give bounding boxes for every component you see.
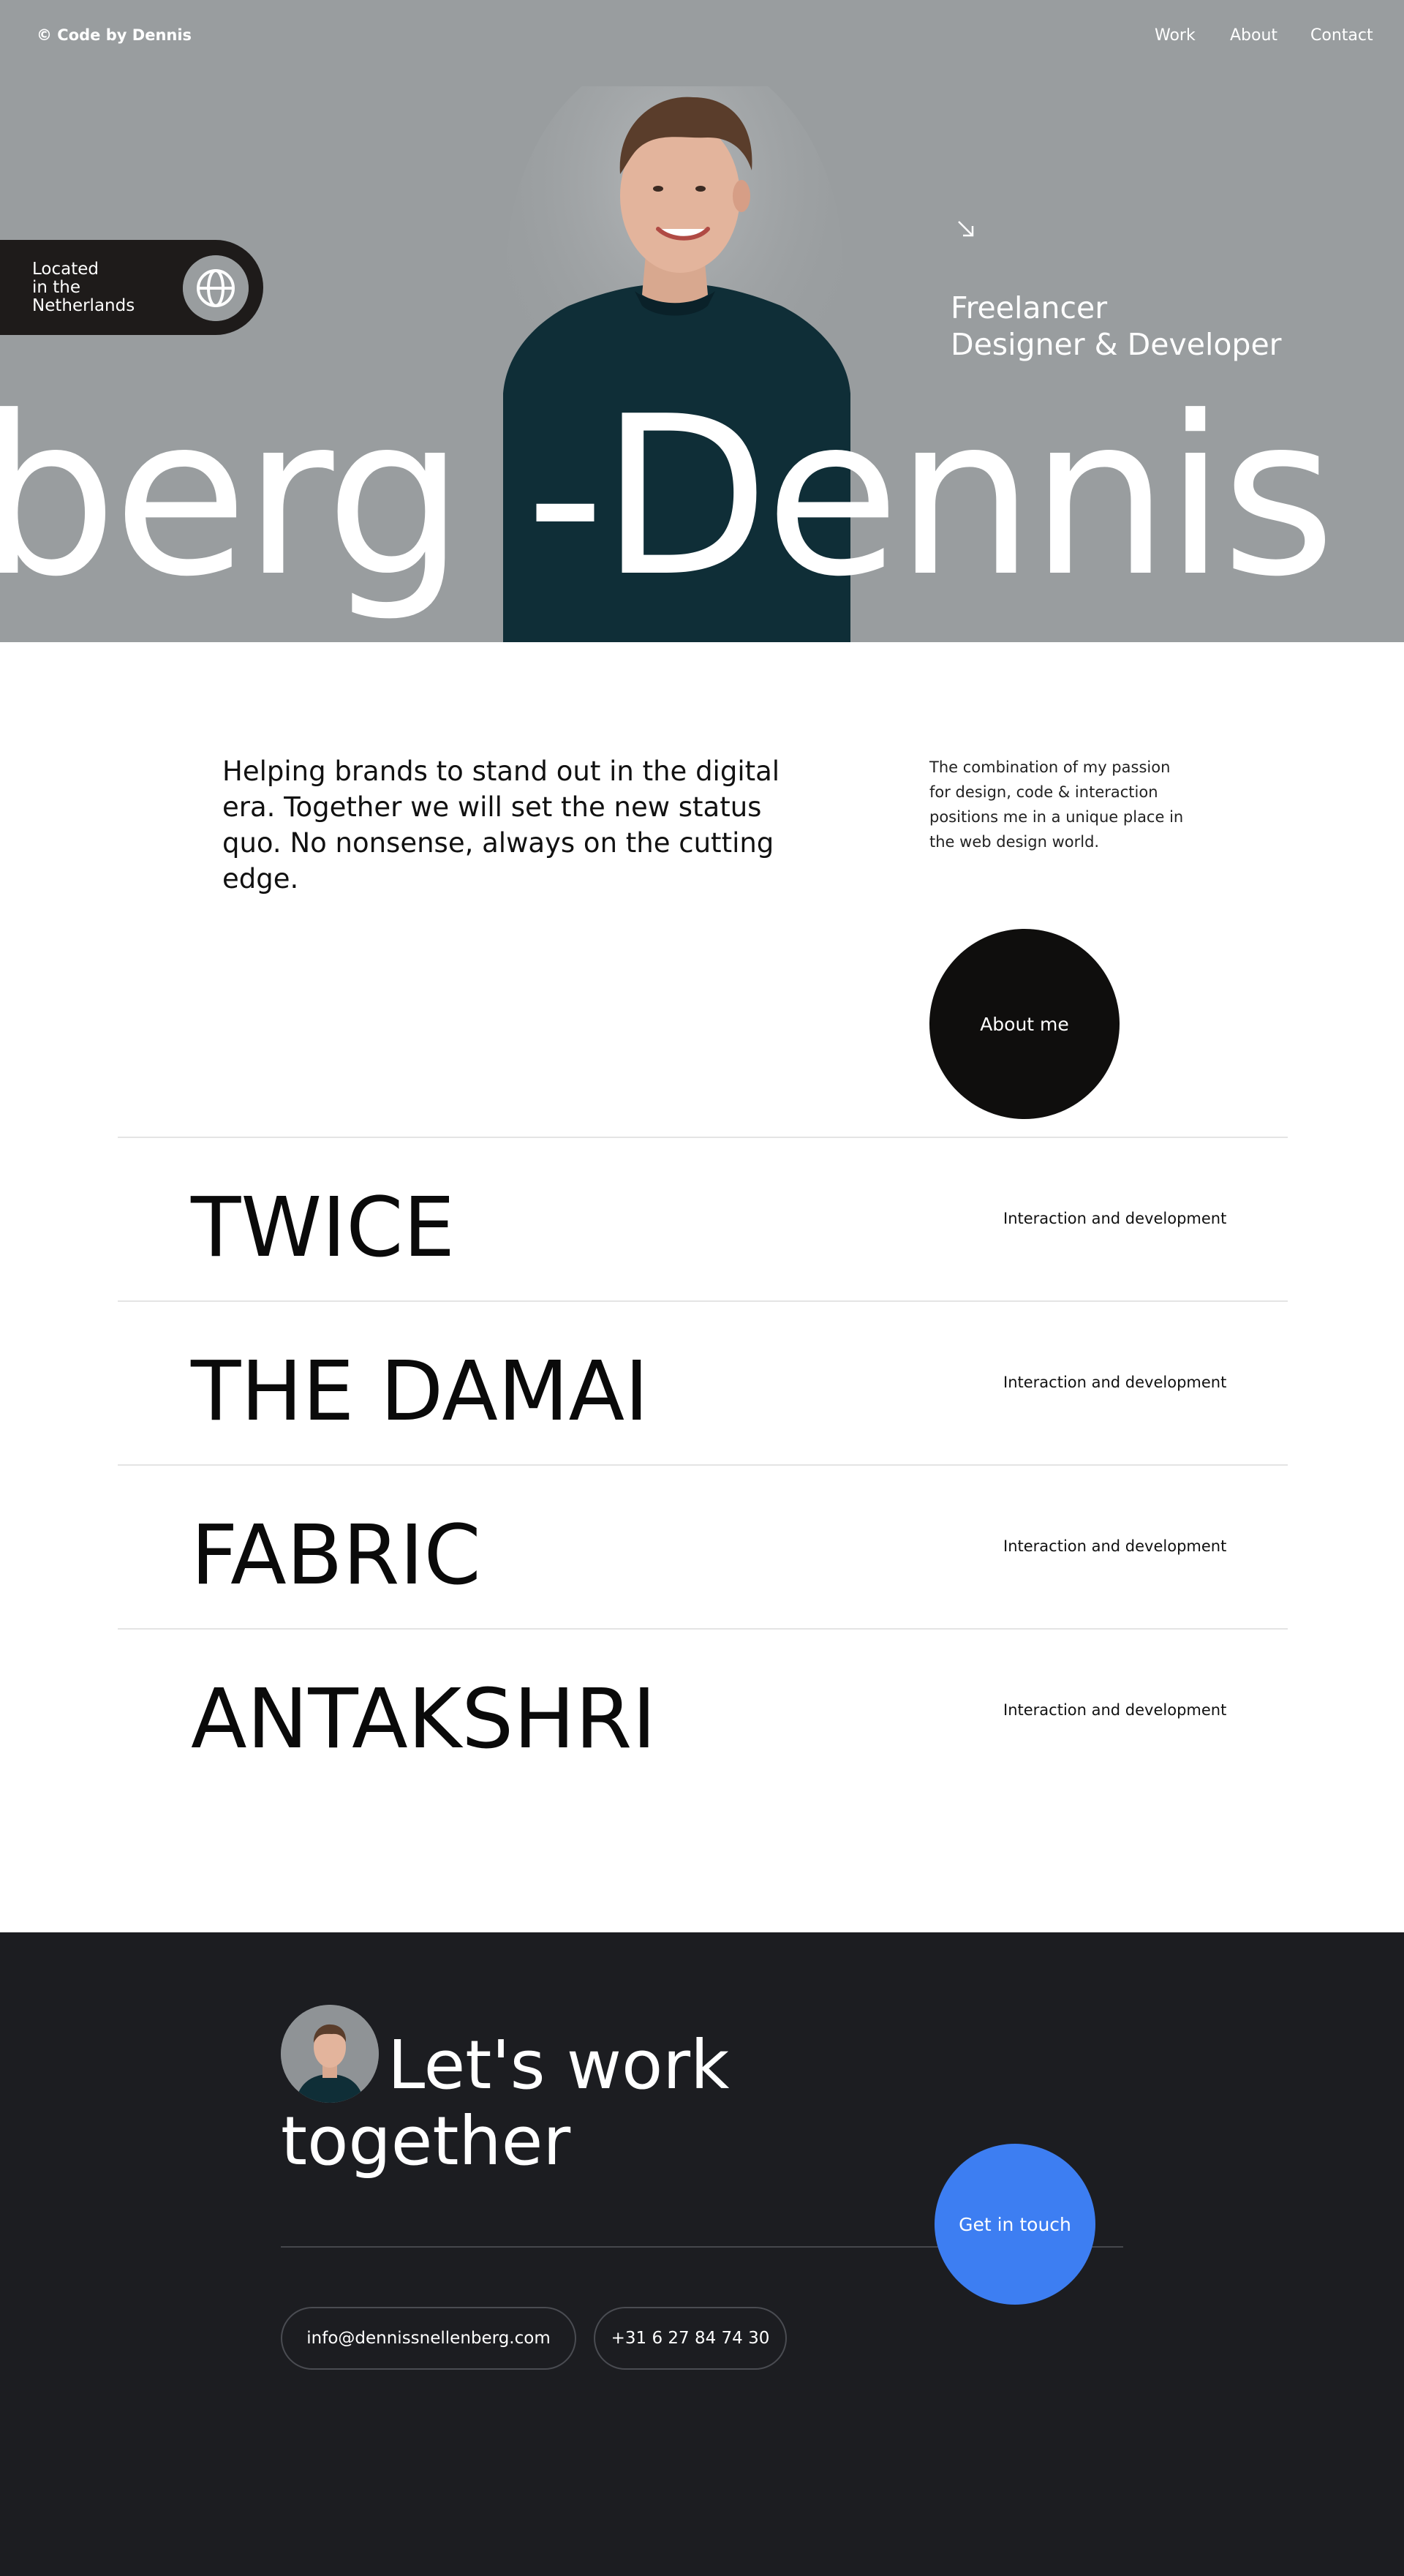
nav-work[interactable]: Work [1155,26,1196,45]
project-meta: Interaction and development [1003,1374,1227,1391]
hero-section: © Code by Dennis Work About Contact Loca… [0,0,1404,642]
location-badge: Located in the Netherlands [0,240,263,335]
email-link[interactable]: info@dennissnellenberg.com [281,2307,576,2370]
globe-icon [183,255,249,321]
intro-headline: Helping brands to stand out in the digit… [222,756,780,895]
project-title: FABRIC [191,1508,481,1603]
projects-list: TWICE Interaction and development THE DA… [118,1137,1288,1792]
name-marquee: berg -Dennis Sn [0,369,1404,625]
project-row[interactable]: THE DAMAI Interaction and development [118,1300,1288,1464]
project-row[interactable]: TWICE Interaction and development [118,1137,1288,1300]
project-row[interactable]: ANTAKSHRI Interaction and development [118,1628,1288,1792]
get-in-touch-label: Get in touch [959,2213,1071,2235]
project-meta: Interaction and development [1003,1537,1227,1555]
nav-about[interactable]: About [1230,26,1277,45]
project-title: TWICE [191,1180,456,1276]
arrow-down-right-icon [958,221,974,237]
phone-link[interactable]: +31 6 27 84 74 30 [594,2307,787,2370]
intro-side-text: The combination of my passion for design… [929,758,1184,851]
role-tagline: Freelancer Designer & Developer [951,290,1282,362]
project-title: THE DAMAI [191,1344,649,1439]
brand-logo[interactable]: © Code by Dennis [37,26,192,44]
project-title: ANTAKSHRI [191,1672,657,1767]
project-meta: Interaction and development [1003,1210,1227,1227]
get-in-touch-button[interactable]: Get in touch [935,2144,1095,2305]
about-me-button[interactable]: About me [929,929,1120,1119]
nav-contact[interactable]: Contact [1310,26,1373,45]
project-meta: Interaction and development [1003,1701,1227,1719]
location-text: Located in the Netherlands [32,260,135,315]
project-row[interactable]: FABRIC Interaction and development [118,1464,1288,1628]
contact-footer: Let's work together Get in touch info@de… [0,1932,1404,2576]
about-me-label: About me [980,1013,1069,1035]
cta-title: Let's work together [281,2026,730,2180]
